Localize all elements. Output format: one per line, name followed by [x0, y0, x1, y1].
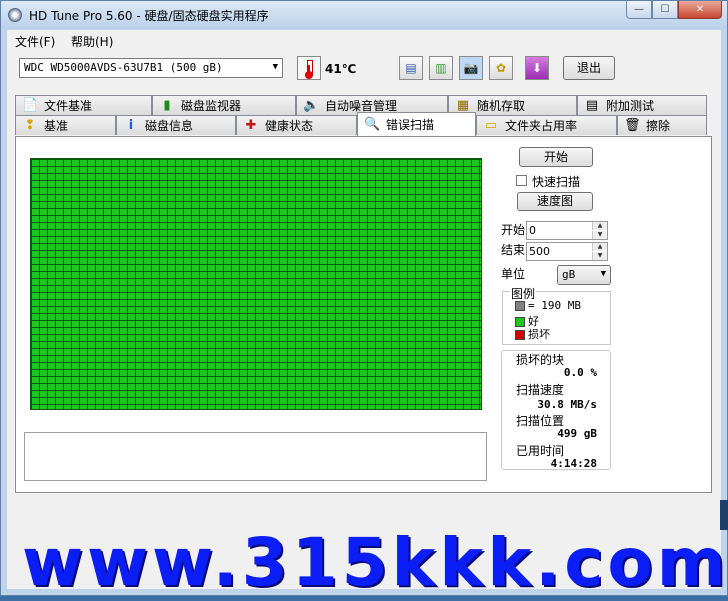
tab-label: 磁盘信息 — [145, 119, 194, 133]
copy-info-button[interactable]: ▤ — [399, 56, 423, 80]
app-window: HD Tune Pro 5.60 - 硬盘/固态硬盘实用程序 — ☐ ✕ 文件(… — [0, 0, 728, 596]
copy-screenshot-button[interactable]: ▥ — [429, 56, 453, 80]
spin-up-icon[interactable]: ▲ — [592, 222, 607, 230]
health-icon: ✚ — [245, 118, 257, 133]
tab-label: 随机存取 — [477, 99, 526, 113]
start-label: 开始 — [501, 223, 526, 237]
tab-label: 磁盘监视器 — [181, 99, 242, 113]
chevron-down-icon: ▼ — [600, 269, 606, 279]
thermometer-icon — [297, 56, 321, 80]
elapsed-time-value: 4:14:28 — [550, 457, 597, 470]
chevron-down-icon: ▼ — [272, 62, 278, 72]
damaged-blocks-value: 0.0 % — [563, 366, 597, 379]
app-icon[interactable] — [8, 8, 22, 22]
folder-icon: ▭ — [484, 118, 498, 133]
toolbar: WDC WD5000AVDS-63U7B1 (500 gB) ▼ 41℃ ▤ ▥… — [7, 50, 721, 90]
title-bar[interactable]: HD Tune Pro 5.60 - 硬盘/固态硬盘实用程序 — ☐ ✕ — [1, 1, 727, 29]
benchmark-icon: ❢ — [24, 118, 36, 133]
extra-icon: ▤ — [585, 98, 599, 113]
drive-select[interactable]: WDC WD5000AVDS-63U7B1 (500 gB) ▼ — [19, 58, 283, 78]
scan-speed-value: 30.8 MB/s — [537, 398, 597, 411]
spin-down-icon[interactable]: ▼ — [592, 252, 607, 260]
copy-screenshot-icon: ▥ — [435, 61, 447, 75]
exit-button[interactable]: 退出 — [563, 56, 615, 80]
close-button[interactable]: ✕ — [678, 1, 722, 19]
window-controls: — ☐ ✕ — [626, 1, 722, 21]
legend-item-damaged: 损坏 — [515, 326, 550, 342]
tab-label: 错误扫描 — [386, 118, 435, 132]
start-scan-button[interactable]: 开始 — [519, 147, 593, 167]
tab-label: 擦除 — [646, 119, 671, 133]
trash-icon: 🗑 — [624, 118, 641, 133]
quick-scan-label: 快速扫描 — [532, 175, 581, 189]
unit-value: gB — [562, 268, 576, 281]
tab-label: 附加测试 — [606, 99, 655, 113]
options-icon: ✿ — [495, 61, 507, 75]
file-icon: 📄 — [22, 98, 39, 113]
tab-label: 文件基准 — [44, 99, 93, 113]
options-button[interactable]: ✿ — [489, 56, 513, 80]
legend-swatch — [515, 301, 525, 311]
speaker-icon: 🔈 — [303, 98, 320, 113]
scan-position-value: 499 gB — [557, 427, 597, 440]
tab-label: 健康状态 — [265, 119, 314, 133]
tab-erase[interactable]: 🗑 擦除 — [617, 115, 707, 135]
unit-select[interactable]: gB ▼ — [557, 265, 611, 285]
watermark: www.315kkk.com — [22, 524, 728, 601]
end-input[interactable]: 500 ▲ ▼ — [526, 242, 608, 261]
scan-block-map — [30, 158, 482, 410]
save-button[interactable]: ⬇ — [525, 56, 549, 80]
start-value: 0 — [529, 224, 536, 237]
tab-file-benchmark[interactable]: 📄 文件基准 — [15, 95, 152, 115]
menu-bar: 文件(F) 帮助(H) — [7, 30, 721, 50]
drive-select-value: WDC WD5000AVDS-63U7B1 (500 gB) — [24, 61, 223, 74]
tab-extra-tests[interactable]: ▤ 附加测试 — [577, 95, 707, 115]
tab-benchmark[interactable]: ❢ 基准 — [15, 115, 116, 135]
magnifier-icon: 🔍 — [364, 117, 381, 132]
temperature-value: 41℃ — [325, 62, 357, 76]
unit-label: 单位 — [501, 267, 526, 281]
start-input[interactable]: 0 ▲ ▼ — [526, 221, 608, 240]
legend-swatch — [515, 330, 525, 340]
tab-error-scan[interactable]: 🔍 错误扫描 — [357, 112, 476, 136]
tab-folder-usage[interactable]: ▭ 文件夹占用率 — [476, 115, 617, 135]
menu-file[interactable]: 文件(F) — [15, 33, 55, 50]
tab-disk-monitor[interactable]: ▮ 磁盘监视器 — [152, 95, 296, 115]
copy-info-icon: ▤ — [405, 61, 417, 75]
spin-down-icon[interactable]: ▼ — [592, 231, 607, 239]
spin-up-icon[interactable]: ▲ — [592, 243, 607, 251]
camera-icon: 📷 — [463, 61, 479, 75]
tab-label: 文件夹占用率 — [505, 119, 578, 133]
maximize-button[interactable]: ☐ — [652, 1, 678, 19]
info-icon: i — [128, 118, 134, 133]
menu-help[interactable]: 帮助(H) — [71, 33, 113, 50]
scan-speed-label: 扫描速度 — [516, 383, 565, 397]
download-icon: ⬇ — [531, 61, 543, 75]
damaged-blocks-label: 损坏的块 — [516, 353, 565, 367]
legend-item-block-size: = 190 MB — [515, 299, 581, 312]
quick-scan-checkbox[interactable] — [516, 175, 527, 186]
random-icon: ▦ — [456, 98, 470, 113]
screenshot-button[interactable]: 📷 — [459, 56, 483, 80]
window-title: HD Tune Pro 5.60 - 硬盘/固态硬盘实用程序 — [29, 9, 269, 23]
end-value: 500 — [529, 245, 550, 258]
tab-label: 基准 — [44, 119, 69, 133]
scan-log-box[interactable] — [24, 432, 487, 481]
speed-map-button[interactable]: 速度图 — [517, 192, 593, 211]
chart-icon: ▮ — [163, 98, 171, 113]
tab-disk-info[interactable]: i 磁盘信息 — [116, 115, 236, 135]
tab-health[interactable]: ✚ 健康状态 — [236, 115, 357, 135]
end-label: 结束 — [501, 243, 526, 257]
minimize-button[interactable]: — — [626, 1, 652, 19]
